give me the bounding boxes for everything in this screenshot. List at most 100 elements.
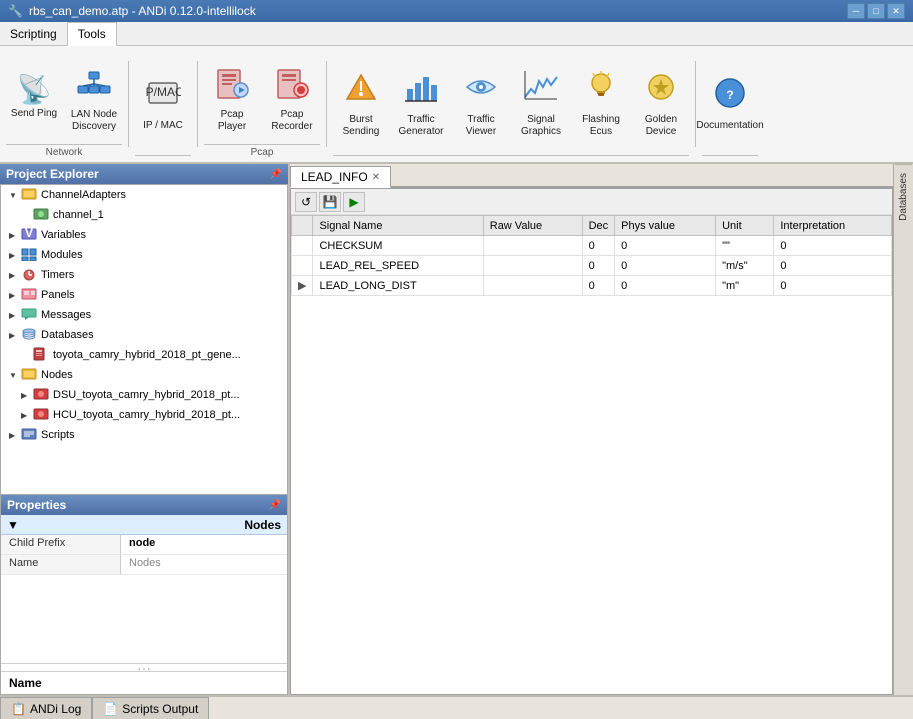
- expand-hcu[interactable]: ▶: [21, 411, 33, 420]
- pcap-player-button[interactable]: Pcap Player: [204, 57, 260, 137]
- table-row-lead-long-dist[interactable]: ▶ LEAD_LONG_DIST 0 0 "m" 0: [292, 276, 892, 296]
- properties-pin-icon[interactable]: 📌: [269, 500, 281, 511]
- expand-lead-long-dist[interactable]: ▶: [292, 276, 313, 296]
- menu-scripting[interactable]: Scripting: [0, 22, 67, 45]
- tree-item-timers[interactable]: ▶ Timers: [1, 265, 287, 285]
- th-expand: [292, 216, 313, 236]
- expand-variables[interactable]: ▶: [9, 231, 21, 240]
- timers-label: Timers: [41, 269, 74, 281]
- th-phys-value[interactable]: Phys value: [615, 216, 716, 236]
- title-bar-controls[interactable]: ─ □ ✕: [847, 3, 905, 19]
- tools-group-label: [333, 155, 689, 158]
- tree-item-modules[interactable]: ▶ Modules: [1, 245, 287, 265]
- th-dec[interactable]: Dec: [582, 216, 615, 236]
- ip-mac-button[interactable]: IP/MAC IP / MAC: [135, 63, 191, 143]
- scripts-output-tab[interactable]: 📄 Scripts Output: [92, 697, 209, 719]
- lead-info-tab-close[interactable]: ✕: [372, 172, 380, 183]
- th-signal-name[interactable]: Signal Name: [313, 216, 483, 236]
- flashing-ecus-label: Flashing Ecus: [576, 114, 626, 138]
- maximize-button[interactable]: □: [867, 3, 885, 19]
- signal-graphics-button[interactable]: Signal Graphics: [513, 63, 569, 143]
- close-button[interactable]: ✕: [887, 3, 905, 19]
- tree-item-scripts[interactable]: ▶ Scripts: [1, 425, 287, 445]
- table-row-lead-rel-speed[interactable]: LEAD_REL_SPEED 0 0 "m/s" 0: [292, 256, 892, 276]
- doc-group: ? Documentation: [702, 50, 758, 158]
- databases-sidebar-tab[interactable]: Databases: [895, 164, 912, 229]
- expand-panels[interactable]: ▶: [9, 291, 21, 300]
- tree-item-dsu[interactable]: ▶ DSU_toyota_camry_hybrid_2018_pt...: [1, 385, 287, 405]
- props-category-toggle[interactable]: ▼: [7, 518, 19, 532]
- messages-label: Messages: [41, 309, 91, 321]
- expand-channel-adapters[interactable]: ▼: [9, 191, 21, 200]
- expand-timers[interactable]: ▶: [9, 271, 21, 280]
- documentation-button[interactable]: ? Documentation: [702, 63, 758, 143]
- expand-databases[interactable]: ▶: [9, 331, 21, 340]
- expand-messages[interactable]: ▶: [9, 311, 21, 320]
- ipmac-group-label: [135, 155, 191, 158]
- th-raw-value[interactable]: Raw Value: [483, 216, 582, 236]
- th-interpretation[interactable]: Interpretation: [774, 216, 892, 236]
- expand-dsu[interactable]: ▶: [21, 391, 33, 400]
- minimize-button[interactable]: ─: [847, 3, 865, 19]
- expand-modules[interactable]: ▶: [9, 251, 21, 260]
- refresh-button[interactable]: ↺: [295, 192, 317, 212]
- scripts-label: Scripts: [41, 429, 75, 441]
- messages-icon: [21, 307, 37, 324]
- refresh-icon: ↺: [301, 195, 311, 209]
- expand-nodes[interactable]: ▼: [9, 371, 21, 380]
- unit-lead-long-dist: "m": [716, 276, 774, 296]
- ip-mac-label: IP / MAC: [143, 120, 183, 132]
- dsu-icon: [33, 387, 49, 404]
- save-icon: 💾: [323, 195, 338, 209]
- burst-sending-icon: [343, 69, 379, 110]
- th-unit[interactable]: Unit: [716, 216, 774, 236]
- signal-table[interactable]: Signal Name Raw Value Dec Phys value Uni…: [291, 215, 892, 694]
- tree-item-channel-adapters[interactable]: ▼ ChannelAdapters: [1, 185, 287, 205]
- app-icon: 🔧: [8, 4, 23, 18]
- andi-log-tab[interactable]: 📋 ANDi Log: [0, 697, 92, 719]
- project-tree[interactable]: ▼ ChannelAdapters channel_1 ▶: [0, 184, 288, 495]
- props-value-name: Nodes: [121, 555, 287, 574]
- burst-sending-button[interactable]: Burst Sending: [333, 63, 389, 143]
- tree-item-messages[interactable]: ▶ Messages: [1, 305, 287, 325]
- sep-2: [197, 61, 198, 147]
- project-explorer-header: Project Explorer 📌: [0, 164, 288, 184]
- tree-item-hcu[interactable]: ▶ HCU_toyota_camry_hybrid_2018_pt...: [1, 405, 287, 425]
- name-section-label: Name: [9, 676, 42, 690]
- props-row-child-prefix: Child Prefix node: [1, 535, 287, 555]
- save-signal-button[interactable]: 💾: [319, 192, 341, 212]
- pin-icon[interactable]: 📌: [270, 169, 282, 180]
- unit-lead-rel-speed: "m/s": [716, 256, 774, 276]
- pcap-recorder-button[interactable]: Pcap Recorder: [264, 57, 320, 137]
- tab-bar: LEAD_INFO ✕: [290, 164, 893, 188]
- tree-item-variables[interactable]: ▶ V Variables: [1, 225, 287, 245]
- interp-checksum: 0: [774, 236, 892, 256]
- props-value-child-prefix: node: [121, 535, 287, 554]
- svg-text:V: V: [25, 227, 33, 240]
- tree-item-toyota-db[interactable]: toyota_camry_hybrid_2018_pt_gene...: [1, 345, 287, 365]
- properties-title: Properties: [7, 498, 66, 512]
- signal-name-lead-rel-speed: LEAD_REL_SPEED: [313, 256, 483, 276]
- traffic-viewer-icon: [463, 69, 499, 110]
- golden-device-button[interactable]: Golden Device: [633, 63, 689, 143]
- panels-label: Panels: [41, 289, 75, 301]
- lan-node-button[interactable]: LAN Node Discovery: [66, 57, 122, 137]
- tree-item-nodes[interactable]: ▼ Nodes: [1, 365, 287, 385]
- traffic-gen-button[interactable]: Traffic Generator: [393, 63, 449, 143]
- flashing-ecus-button[interactable]: Flashing Ecus: [573, 63, 629, 143]
- tree-item-databases[interactable]: ▶ Databases: [1, 325, 287, 345]
- run-signal-button[interactable]: ▶: [343, 192, 365, 212]
- table-row-checksum[interactable]: CHECKSUM 0 0 "" 0: [292, 236, 892, 256]
- main-area: Project Explorer 📌 ▼ ChannelAdapters c: [0, 164, 913, 695]
- phys-checksum: 0: [615, 236, 716, 256]
- send-ping-button[interactable]: 📡 Send Ping: [6, 57, 62, 137]
- menu-tools[interactable]: Tools: [67, 22, 117, 46]
- hcu-icon: [33, 407, 49, 424]
- traffic-viewer-button[interactable]: Traffic Viewer: [453, 63, 509, 143]
- tree-item-panels[interactable]: ▶ Panels: [1, 285, 287, 305]
- tree-item-channel1[interactable]: channel_1: [1, 205, 287, 225]
- lead-info-tab[interactable]: LEAD_INFO ✕: [290, 166, 391, 188]
- lan-node-label: LAN Node Discovery: [69, 109, 119, 133]
- expand-scripts[interactable]: ▶: [9, 431, 21, 440]
- title-bar: 🔧 rbs_can_demo.atp - ANDi 0.12.0-intelli…: [0, 0, 913, 22]
